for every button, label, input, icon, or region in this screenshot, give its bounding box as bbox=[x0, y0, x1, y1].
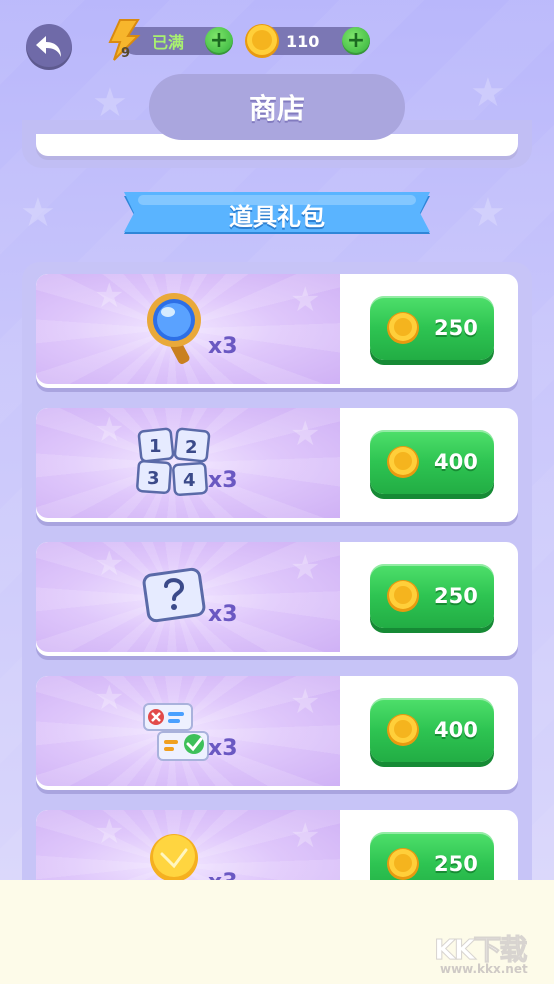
item-quantity: x3 bbox=[208, 334, 238, 359]
question-tile-icon bbox=[142, 567, 206, 623]
magnifier-icon bbox=[147, 293, 201, 365]
coin-icon bbox=[245, 24, 279, 58]
star-decoration: ★ bbox=[290, 682, 321, 722]
coin-icon bbox=[387, 312, 419, 344]
buy-button[interactable]: 400 bbox=[370, 430, 494, 494]
price-label: 250 bbox=[434, 316, 478, 340]
number-tiles-icon: 1 2 3 4 bbox=[136, 427, 211, 496]
number-tile-label: 4 bbox=[183, 470, 196, 491]
item-display: ★ ★ x3 bbox=[36, 274, 340, 384]
coin-icon bbox=[387, 580, 419, 612]
number-tile-label: 3 bbox=[147, 468, 160, 489]
star-decoration: ★ bbox=[94, 410, 125, 450]
coin-icon bbox=[387, 714, 419, 746]
coin-icon bbox=[387, 848, 419, 880]
item-quantity: x3 bbox=[208, 602, 238, 627]
watermark: KK下载 www.kkx.net bbox=[433, 928, 544, 978]
shop-item-card[interactable]: ★ ★ 1 2 3 4 x3 400 bbox=[36, 408, 518, 522]
shop-item-card[interactable]: ★ ★ x3 250 bbox=[36, 542, 518, 656]
section-title: 道具礼包 bbox=[229, 202, 325, 231]
shop-item-card[interactable]: ★ ★ x3 250 bbox=[36, 274, 518, 388]
number-tile-label: 1 bbox=[149, 436, 162, 457]
star-decoration: ★ bbox=[290, 280, 321, 320]
item-display: ★ ★ x3 bbox=[36, 542, 340, 652]
item-quantity: x3 bbox=[208, 736, 238, 761]
star-decoration: ★ bbox=[290, 816, 321, 856]
price-label: 250 bbox=[434, 852, 478, 876]
page-title-text: 商店 bbox=[248, 92, 305, 125]
shop-item-card[interactable]: ★ ★ x3 400 bbox=[36, 676, 518, 790]
buy-button[interactable]: 400 bbox=[370, 698, 494, 762]
back-button[interactable] bbox=[26, 24, 72, 70]
buy-button[interactable]: 250 bbox=[370, 564, 494, 628]
star-decoration: ★ bbox=[94, 678, 125, 718]
page-title: 商店 bbox=[149, 74, 405, 140]
star-decoration: ★ bbox=[94, 812, 125, 852]
watermark-url: www.kkx.net bbox=[440, 962, 528, 976]
plus-icon: + bbox=[346, 28, 366, 53]
plus-icon: + bbox=[209, 28, 229, 53]
coin-icon bbox=[387, 446, 419, 478]
star-decoration: ★ bbox=[20, 190, 56, 236]
energy-level: 9 bbox=[121, 46, 131, 61]
section-ribbon: 道具礼包 bbox=[124, 192, 430, 238]
star-decoration: ★ bbox=[470, 190, 506, 236]
star-decoration: ★ bbox=[290, 414, 321, 454]
number-tile-label: 2 bbox=[185, 437, 198, 458]
energy-status-text: 已满 bbox=[152, 33, 185, 52]
star-decoration: ★ bbox=[94, 276, 125, 316]
item-quantity: x3 bbox=[208, 468, 238, 493]
coin-amount: 110 bbox=[286, 31, 320, 51]
back-arrow-icon bbox=[36, 36, 61, 57]
price-label: 400 bbox=[434, 450, 478, 474]
star-decoration: ★ bbox=[470, 70, 506, 116]
add-energy-button[interactable]: + bbox=[205, 27, 233, 55]
star-decoration: ★ bbox=[290, 548, 321, 588]
add-coins-button[interactable]: + bbox=[342, 27, 370, 55]
buy-button[interactable]: 250 bbox=[370, 296, 494, 360]
item-display: ★ ★ x3 bbox=[36, 676, 340, 786]
star-decoration: ★ bbox=[94, 544, 125, 584]
item-display: ★ ★ 1 2 3 4 x3 bbox=[36, 408, 340, 518]
price-label: 400 bbox=[434, 718, 478, 742]
check-cross-icon bbox=[143, 703, 209, 761]
price-label: 250 bbox=[434, 584, 478, 608]
